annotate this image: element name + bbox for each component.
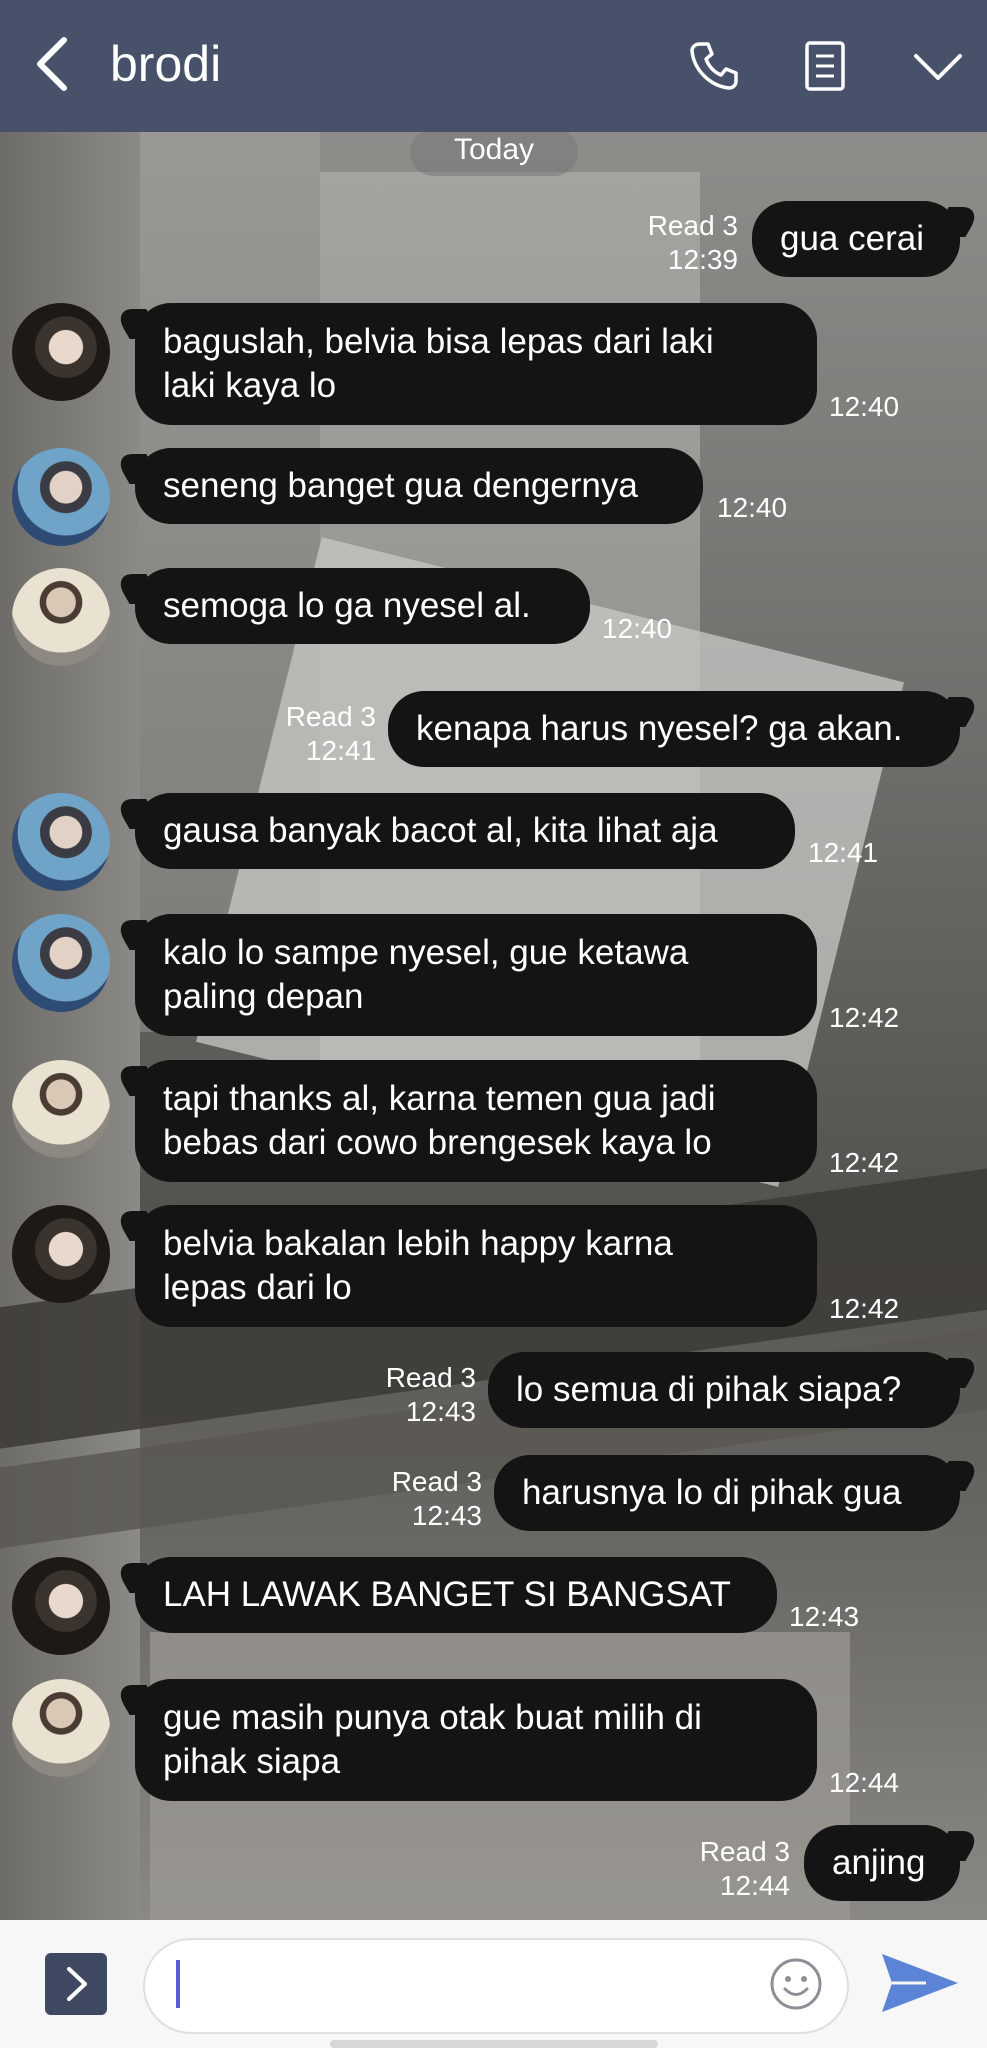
message-bubble-incoming[interactable]: gue masih punya otak buat milih di pihak … [135, 1679, 817, 1801]
message-time: 12:42 [829, 1147, 900, 1178]
chevron-down-icon[interactable] [910, 38, 966, 94]
text-caret [176, 1960, 180, 2008]
avatar[interactable] [12, 1679, 110, 1777]
message-time: 12:40 [602, 613, 673, 644]
message-bubble-outgoing[interactable]: kenapa harus nyesel? ga akan. [388, 691, 960, 767]
chat-header: brodi [0, 0, 987, 132]
message-time: 12:40 [717, 492, 788, 523]
message-bubble-incoming[interactable]: LAH LAWAK BANGET SI BANGSAT [135, 1557, 777, 1633]
avatar[interactable] [12, 1557, 110, 1655]
message-bubble-outgoing[interactable]: gua cerai [752, 201, 960, 277]
avatar[interactable] [12, 1060, 110, 1158]
message-bubble-incoming[interactable]: tapi thanks al, karna temen gua jadi beba… [135, 1060, 817, 1182]
message-time: 12:40 [829, 391, 900, 422]
chevron-left-icon[interactable] [30, 34, 80, 94]
send-icon[interactable] [880, 1950, 960, 2016]
read-receipt: Read 3 12:43 [385, 1362, 476, 1427]
message-list: Read 3 12:39 gua cerai baguslah, belvia b… [0, 0, 987, 1920]
read-receipt: Read 3 12:41 [285, 701, 376, 766]
read-receipt: Read 3 12:43 [391, 1466, 482, 1531]
message-bubble-incoming[interactable]: belvia bakalan lebih happy karna lepas da… [135, 1205, 817, 1327]
message-bubble-incoming[interactable]: gausa banyak bacot al, kita lihat aja [135, 793, 795, 869]
avatar[interactable] [12, 914, 110, 1012]
message-time: 12:43 [789, 1601, 860, 1632]
avatar[interactable] [12, 303, 110, 401]
message-bubble-incoming[interactable]: kalo lo sampe nyesel, gue ketawa paling d… [135, 914, 817, 1036]
document-icon[interactable] [797, 38, 853, 94]
phone-icon[interactable] [686, 38, 742, 94]
message-bubble-outgoing[interactable]: anjing [804, 1825, 960, 1901]
message-time: 12:42 [829, 1002, 900, 1033]
avatar[interactable] [12, 448, 110, 546]
avatar[interactable] [12, 793, 110, 891]
date-separator: Today [410, 128, 578, 176]
message-input[interactable] [143, 1938, 849, 2034]
message-time: 12:44 [829, 1767, 900, 1798]
chevron-right-icon[interactable] [45, 1953, 107, 2015]
message-time: 12:41 [808, 837, 879, 868]
smiley-icon[interactable] [768, 1956, 824, 2012]
message-bubble-outgoing[interactable]: lo semua di pihak siapa? [488, 1352, 960, 1428]
chat-title: brodi [110, 36, 222, 92]
home-indicator [330, 2040, 658, 2048]
read-receipt: Read 3 12:39 [647, 210, 738, 275]
avatar[interactable] [12, 568, 110, 666]
message-bubble-incoming[interactable]: semoga lo ga nyesel al. [135, 568, 590, 644]
message-bubble-incoming[interactable]: seneng banget gua dengernya [135, 448, 703, 524]
message-bubble-outgoing[interactable]: harusnya lo di pihak gua [494, 1455, 960, 1531]
avatar[interactable] [12, 1205, 110, 1303]
message-bubble-incoming[interactable]: baguslah, belvia bisa lepas dari laki lak… [135, 303, 817, 425]
read-receipt: Read 3 12:44 [699, 1836, 790, 1901]
message-time: 12:42 [829, 1293, 900, 1324]
